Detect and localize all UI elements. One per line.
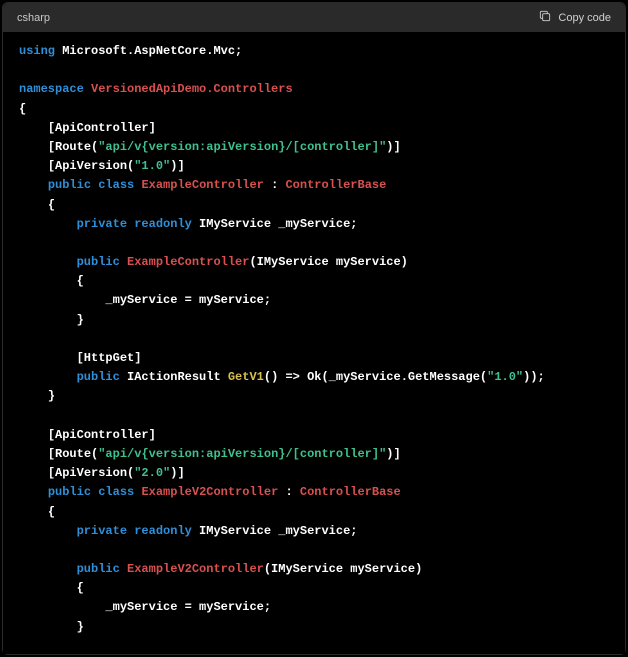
kw-public-2: public — [48, 485, 91, 499]
ctor2-open: { — [77, 581, 84, 595]
attr-apicontroller-1: [ApiController] — [48, 121, 156, 135]
route-string-1: "api/v{version:apiVersion}/[controller]" — [98, 140, 386, 154]
ctor1-sig: (IMyService myService) — [249, 255, 407, 269]
attr-apiversion-close-2: )] — [170, 466, 184, 480]
kw-public-ctor1: public — [77, 255, 120, 269]
getv1-arg: "1.0" — [487, 370, 523, 384]
using-namespace: Microsoft.AspNetCore.Mvc; — [62, 44, 242, 58]
kw-class-2: class — [98, 485, 134, 499]
ctor2-name: ExampleV2Controller — [127, 562, 264, 576]
code-block-container: csharp Copy code using Microsoft.AspNetC… — [2, 2, 626, 655]
kw-using: using — [19, 44, 55, 58]
ctor1-assign: _myService = myService; — [105, 293, 271, 307]
ctor1-name: ExampleController — [127, 255, 249, 269]
namespace-name: VersionedApiDemo.Controllers — [91, 82, 293, 96]
code-body: using Microsoft.AspNetCore.Mvc; namespac… — [3, 32, 625, 654]
attr-apiversion-open-2: [ApiVersion( — [48, 466, 134, 480]
colon-1: : — [264, 178, 286, 192]
code-header: csharp Copy code — [3, 3, 625, 32]
getv1-body-suffix: )); — [523, 370, 545, 384]
kw-readonly-2: readonly — [134, 524, 192, 538]
kw-readonly-1: readonly — [134, 217, 192, 231]
ctor2-assign: _myService = myService; — [105, 600, 271, 614]
ctor2-sig: (IMyService myService) — [264, 562, 422, 576]
attr-apiversion-open-1: [ApiVersion( — [48, 159, 134, 173]
attr-route-open-2: [Route( — [48, 447, 98, 461]
class1-open: { — [48, 198, 55, 212]
iactionresult-1: IActionResult — [127, 370, 221, 384]
kw-namespace: namespace — [19, 82, 84, 96]
copy-code-button[interactable]: Copy code — [538, 9, 611, 26]
ctor1-open: { — [77, 274, 84, 288]
field-name-1: _myService; — [278, 217, 357, 231]
base-class-1: ControllerBase — [285, 178, 386, 192]
kw-private-1: private — [77, 217, 127, 231]
kw-private-2: private — [77, 524, 127, 538]
brace-open: { — [19, 102, 26, 116]
attr-apiversion-close-1: )] — [170, 159, 184, 173]
getv1-body-prefix: () => Ok(_myService.GetMessage( — [264, 370, 487, 384]
kw-public-1: public — [48, 178, 91, 192]
attr-apicontroller-2: [ApiController] — [48, 428, 156, 442]
field-type-2: IMyService — [199, 524, 271, 538]
kw-class-1: class — [98, 178, 134, 192]
copy-code-label: Copy code — [558, 12, 611, 24]
field-name-2: _myService; — [278, 524, 357, 538]
kw-public-m1: public — [77, 370, 120, 384]
attr-route-close-1: )] — [386, 140, 400, 154]
route-string-2: "api/v{version:apiVersion}/[controller]" — [98, 447, 386, 461]
class2-open: { — [48, 505, 55, 519]
colon-2: : — [278, 485, 300, 499]
field-type-1: IMyService — [199, 217, 271, 231]
ctor2-close: } — [77, 620, 84, 634]
method-getv1: GetV1 — [228, 370, 264, 384]
class1-close: } — [48, 389, 55, 403]
apiversion-1: "1.0" — [134, 159, 170, 173]
attr-route-open-1: [Route( — [48, 140, 98, 154]
attr-route-close-2: )] — [386, 447, 400, 461]
httpget-1: [HttpGet] — [77, 351, 142, 365]
apiversion-2: "2.0" — [134, 466, 170, 480]
language-label: csharp — [17, 12, 50, 24]
clipboard-icon — [538, 9, 552, 26]
class2-name: ExampleV2Controller — [141, 485, 278, 499]
ctor1-close: } — [77, 313, 84, 327]
base-class-2: ControllerBase — [300, 485, 401, 499]
kw-public-ctor2: public — [77, 562, 120, 576]
class1-name: ExampleController — [141, 178, 263, 192]
